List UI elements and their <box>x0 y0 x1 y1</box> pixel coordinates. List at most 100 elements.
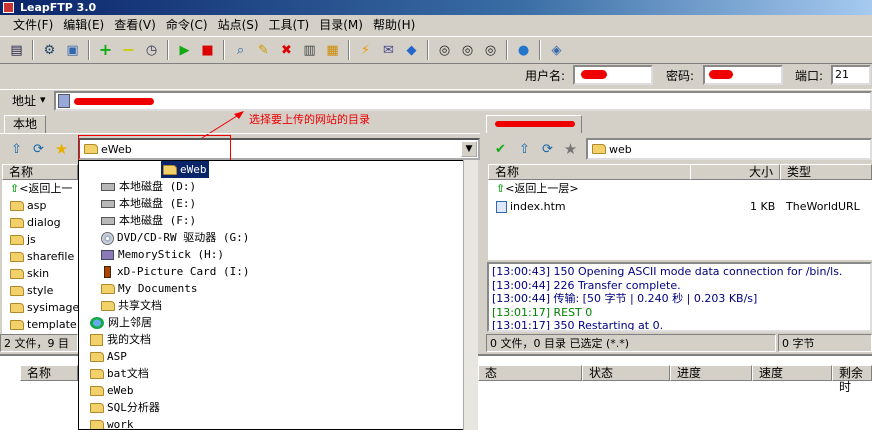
add-icon[interactable]: + <box>95 40 116 61</box>
log-panel[interactable]: [13:00:43] 150 Opening ASCII mode data c… <box>487 262 872 332</box>
dropdown-selected-item[interactable]: eWeb <box>161 161 209 178</box>
folder-icon <box>592 144 606 154</box>
list-item[interactable]: sysimage <box>2 299 78 316</box>
dropdown-item[interactable]: xD-Picture Card (I:) <box>101 263 249 280</box>
dropdown-item[interactable]: DVD/CD-RW 驱动器 (G:) <box>101 229 249 246</box>
play-icon[interactable]: ▶ <box>174 40 195 61</box>
list-item[interactable]: js <box>2 231 78 248</box>
port-field[interactable]: 21 <box>831 65 871 85</box>
menu-site[interactable]: 站点(S) <box>213 16 264 34</box>
star-icon[interactable]: ★ <box>51 139 72 160</box>
toolbar-separator <box>88 40 90 60</box>
dropdown-item[interactable]: SQL分析器 <box>90 399 160 416</box>
window-icon[interactable]: ▣ <box>62 40 83 61</box>
dropdown-item[interactable]: MemoryStick (H:) <box>101 246 224 263</box>
password-field[interactable] <box>703 65 783 85</box>
remote-status: 0 文件，0 目录 已选定 (*.*) <box>486 334 776 352</box>
path-dropdown-list[interactable]: eWeb 本地磁盘 (D:) 本地磁盘 (E:) 本地磁盘 (F:) DVD/C… <box>78 160 478 430</box>
up-arrow-icon: ⇧ <box>496 182 506 195</box>
address-field[interactable] <box>54 91 872 111</box>
pencil-icon[interactable]: ✎ <box>253 40 274 61</box>
dropdown-item[interactable]: eWeb <box>90 382 134 399</box>
local-col-name[interactable]: 名称 <box>2 164 78 180</box>
clock-icon[interactable]: ◷ <box>141 40 162 61</box>
menu-edit[interactable]: 编辑(E) <box>58 16 109 34</box>
list-item[interactable]: sharefile <box>2 248 78 265</box>
refresh-icon[interactable]: ⟳ <box>537 139 558 160</box>
menu-view[interactable]: 查看(V) <box>109 16 161 34</box>
list-item[interactable]: style <box>2 282 78 299</box>
image-icon[interactable]: ▦ <box>322 40 343 61</box>
list-item[interactable]: asp <box>2 197 78 214</box>
network-icon <box>90 317 104 329</box>
annotation-text: 选择要上传的网站的目录 <box>249 113 370 126</box>
dropdown-item[interactable]: My Documents <box>101 280 197 297</box>
dropdown-item[interactable]: 共享文档 <box>101 297 162 314</box>
toolbar: ▤ ⚙ ▣ + − ◷ ▶ ■ ⌕ ✎ ✖ ▥ ▦ ⚡ ✉ ◆ ◎ ◎ ◎ ● … <box>0 36 872 64</box>
menu-file[interactable]: 文件(F) <box>8 16 58 34</box>
search-icon[interactable]: ⌕ <box>230 40 251 61</box>
list-item[interactable]: template <box>2 316 78 333</box>
list-item[interactable]: skin <box>2 265 78 282</box>
tab-remote[interactable] <box>486 115 582 133</box>
dropdown-item[interactable]: work <box>90 416 134 429</box>
dropdown-item[interactable]: bat文档 <box>90 365 149 382</box>
dropdown-item[interactable]: 网上邻居 <box>90 314 152 331</box>
queue-col-status[interactable]: 状态 <box>582 365 670 381</box>
table-row[interactable]: ⇧<返回上一层> <box>488 180 872 197</box>
queue-col-progress[interactable]: 进度 <box>670 365 752 381</box>
memory-stick-icon <box>101 250 114 260</box>
properties-icon[interactable]: ▥ <box>299 40 320 61</box>
remote-status-bytes: 0 字节 <box>778 334 872 352</box>
toolbar-separator <box>427 40 429 60</box>
address-bar: 地址 ▾ <box>0 89 872 111</box>
globe-icon[interactable]: ● <box>513 40 534 61</box>
binoculars-icon[interactable]: ◎ <box>434 40 455 61</box>
mail-icon[interactable]: ✉ <box>378 40 399 61</box>
refresh-icon[interactable]: ⟳ <box>28 139 49 160</box>
binoculars-icon[interactable]: ◎ <box>480 40 501 61</box>
dropdown-item[interactable]: 我的文档 <box>90 331 151 348</box>
menu-tools[interactable]: 工具(T) <box>264 16 315 34</box>
lightning-icon[interactable]: ⚡ <box>355 40 376 61</box>
remove-icon[interactable]: − <box>118 40 139 61</box>
chevron-down-icon[interactable]: ▾ <box>40 93 46 106</box>
memory-card-icon <box>104 266 111 278</box>
queue-col-remaining[interactable]: 剩余时 <box>832 365 872 394</box>
app-icon <box>3 2 14 13</box>
toolbar-separator <box>167 40 169 60</box>
delete-icon[interactable]: ✖ <box>276 40 297 61</box>
menu-command[interactable]: 命令(C) <box>161 16 213 34</box>
queue-col-name[interactable]: 名称 <box>20 365 78 381</box>
book-icon[interactable]: ◈ <box>546 40 567 61</box>
dropdown-scrollbar[interactable] <box>463 160 478 430</box>
diamond-icon[interactable]: ◆ <box>401 40 422 61</box>
remote-path-combo[interactable]: web <box>586 138 872 160</box>
dropdown-item[interactable]: 本地磁盘 (E:) <box>101 195 196 212</box>
list-item[interactable]: ⇧<返回上一 <box>2 180 78 197</box>
tab-local[interactable]: 本地 <box>4 115 47 133</box>
folder-icon <box>10 252 24 262</box>
dropdown-item[interactable]: 本地磁盘 (F:) <box>101 212 196 229</box>
queue-col-partial[interactable]: 态 <box>478 365 582 381</box>
check-icon[interactable]: ✔ <box>490 139 511 160</box>
list-item[interactable]: dialog <box>2 214 78 231</box>
site-manager-icon[interactable]: ▤ <box>6 40 27 61</box>
file-size: 1 KB <box>750 200 776 213</box>
gear-icon[interactable]: ⚙ <box>39 40 60 61</box>
dropdown-item[interactable]: ASP <box>90 348 127 365</box>
remote-col-type[interactable]: 类型 <box>780 164 872 180</box>
up-folder-icon[interactable]: ⇧ <box>6 139 27 160</box>
queue-col-speed[interactable]: 速度 <box>752 365 832 381</box>
remote-col-size[interactable]: 大小 <box>690 164 780 180</box>
up-folder-icon[interactable]: ⇧ <box>514 139 535 160</box>
stop-icon[interactable]: ■ <box>197 40 218 61</box>
binoculars-icon[interactable]: ◎ <box>457 40 478 61</box>
folder-icon <box>90 352 104 362</box>
chevron-down-icon[interactable]: ▼ <box>461 141 477 157</box>
menu-directory[interactable]: 目录(M) <box>314 16 368 34</box>
username-field[interactable] <box>573 65 653 85</box>
menu-help[interactable]: 帮助(H) <box>368 16 420 34</box>
star-icon[interactable]: ★ <box>560 139 581 160</box>
dropdown-item[interactable]: 本地磁盘 (D:) <box>101 178 196 195</box>
